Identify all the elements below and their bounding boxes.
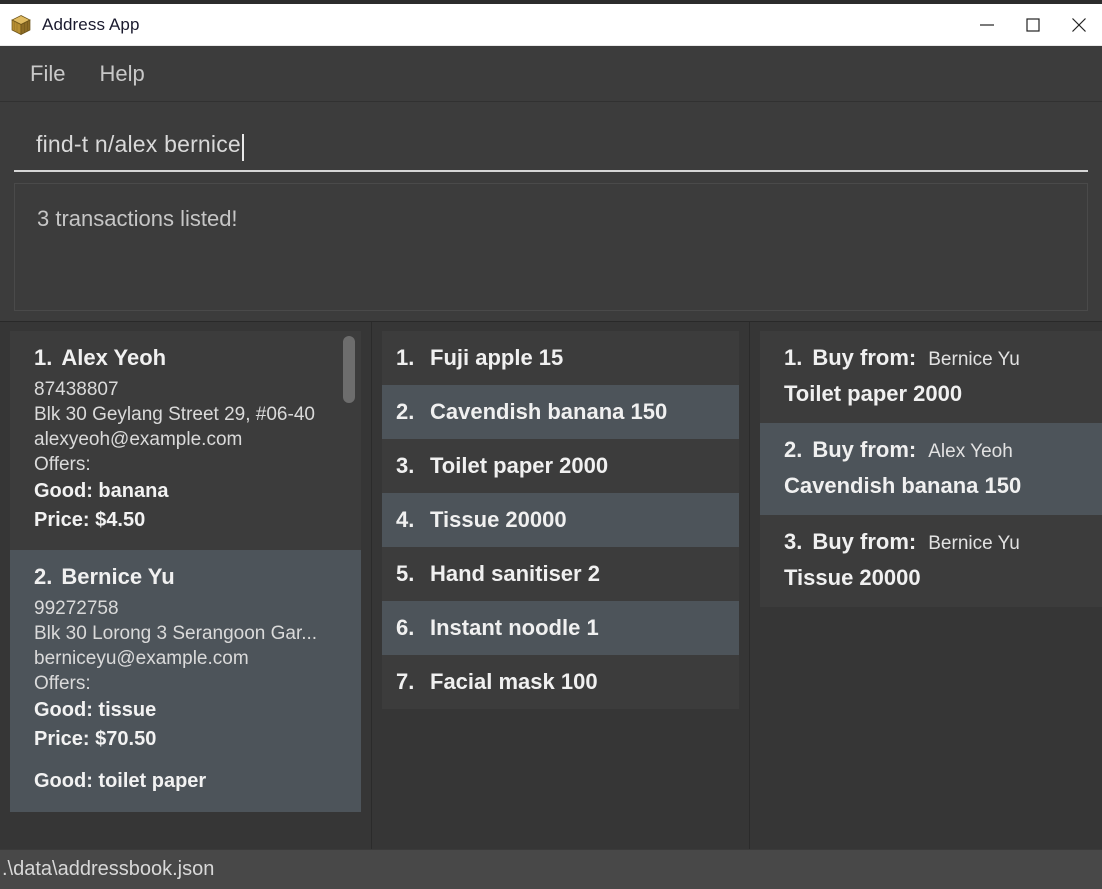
goods-list-item[interactable]: 7. Facial mask 100 <box>382 655 739 709</box>
menu-bar: File Help <box>0 46 1102 102</box>
person-index: 2. <box>34 564 53 590</box>
goods-label: Toilet paper 2000 <box>430 453 609 478</box>
goods-list[interactable]: 1. Fuji apple 15 2. Cavendish banana 150… <box>372 322 749 849</box>
transaction-item[interactable]: 1. Buy from: Bernice Yu Toilet paper 200… <box>760 331 1102 423</box>
person-card[interactable]: 1. Alex Yeoh 87438807 Blk 30 Geylang Stre… <box>10 331 361 551</box>
result-message: 3 transactions listed! <box>37 206 238 231</box>
transaction-good: Tissue 20000 <box>784 565 921 590</box>
goods-index: 4. <box>396 507 415 532</box>
application-window: Address App File Help find-t n/alex bern… <box>0 0 1102 889</box>
goods-label: Hand sanitiser 2 <box>430 561 600 586</box>
result-area: 3 transactions listed! <box>0 174 1102 321</box>
person-offers-label: Offers: <box>34 673 91 695</box>
person-name: Bernice Yu <box>61 564 175 590</box>
scrollbar-thumb[interactable] <box>343 336 355 403</box>
title-bar-left: Address App <box>0 14 964 36</box>
person-offers-label: Offers: <box>34 454 91 476</box>
transaction-item[interactable]: 3. Buy from: Bernice Yu Tissue 20000 <box>760 515 1102 607</box>
person-card-header: 2. Bernice Yu <box>34 564 345 590</box>
title-bar: Address App <box>0 4 1102 46</box>
goods-index: 1. <box>396 345 415 370</box>
person-address: Blk 30 Lorong 3 Serangoon Gar... <box>34 623 318 645</box>
goods-index: 3. <box>396 453 415 478</box>
goods-label: Tissue 20000 <box>430 507 567 532</box>
transaction-buy-from-label: Buy from: <box>812 345 917 370</box>
goods-label: Cavendish banana 150 <box>430 399 668 424</box>
transaction-good: Cavendish banana 150 <box>784 473 1022 498</box>
transaction-header: 3. Buy from: Bernice Yu <box>784 529 1086 555</box>
goods-list-item[interactable]: 3. Toilet paper 2000 <box>382 439 739 493</box>
text-caret <box>241 133 244 161</box>
transaction-header: 1. Buy from: Bernice Yu <box>784 345 1086 371</box>
person-name: Alex Yeoh <box>61 345 167 370</box>
transaction-index: 1. <box>784 345 803 370</box>
main-panels: 1. Alex Yeoh 87438807 Blk 30 Geylang Stre… <box>0 321 1102 849</box>
command-input[interactable]: find-t n/alex bernice <box>14 118 1088 172</box>
window-controls <box>964 4 1102 46</box>
maximize-icon[interactable] <box>1010 4 1056 46</box>
command-area: find-t n/alex bernice <box>0 102 1102 174</box>
person-offer-good: Good: banana <box>34 480 169 503</box>
goods-list-item[interactable]: 2. Cavendish banana 150 <box>382 385 739 439</box>
goods-list-item[interactable]: 4. Tissue 20000 <box>382 493 739 547</box>
command-input-value: find-t n/alex bernice <box>36 130 241 157</box>
transaction-header: 2. Buy from: Alex Yeoh <box>784 437 1086 463</box>
transaction-list-panel: 1. Buy from: Bernice Yu Toilet paper 200… <box>750 322 1102 849</box>
person-list-scrollbar[interactable] <box>343 331 355 839</box>
goods-label: Instant noodle 1 <box>430 615 599 640</box>
person-list[interactable]: 1. Alex Yeoh 87438807 Blk 30 Geylang Stre… <box>0 322 371 849</box>
goods-index: 6. <box>396 615 415 640</box>
status-bar: .\data\addressbook.json <box>0 849 1102 889</box>
transaction-person: Bernice Yu <box>928 533 1020 554</box>
goods-label: Facial mask 100 <box>430 669 598 694</box>
transaction-person: Alex Yeoh <box>928 441 1013 462</box>
menu-item-file[interactable]: File <box>18 57 77 91</box>
goods-label: Fuji apple 15 <box>430 345 564 370</box>
status-bar-file-path: .\data\addressbook.json <box>2 858 215 880</box>
transaction-good: Toilet paper 2000 <box>784 381 963 406</box>
offer-spacer <box>34 753 345 767</box>
box-icon <box>10 14 32 36</box>
goods-list-item[interactable]: 5. Hand sanitiser 2 <box>382 547 739 601</box>
menu-item-help[interactable]: Help <box>87 57 156 91</box>
goods-index: 7. <box>396 669 415 694</box>
person-card[interactable]: 2. Bernice Yu 99272758 Blk 30 Lorong 3 Se… <box>10 550 361 812</box>
person-email: alexyeoh@example.com <box>34 429 243 451</box>
goods-list-item[interactable]: 1. Fuji apple 15 <box>382 331 739 385</box>
person-address: Blk 30 Geylang Street 29, #06-40 <box>34 404 315 426</box>
person-email: berniceyu@example.com <box>34 648 249 670</box>
transaction-item[interactable]: 2. Buy from: Alex Yeoh Cavendish banana … <box>760 423 1102 515</box>
goods-list-item[interactable]: 6. Instant noodle 1 <box>382 601 739 655</box>
person-offer-price: Price: $4.50 <box>34 508 146 531</box>
transaction-index: 3. <box>784 529 803 554</box>
goods-list-panel: 1. Fuji apple 15 2. Cavendish banana 150… <box>372 322 750 849</box>
person-index: 1. <box>34 345 53 370</box>
transaction-index: 2. <box>784 437 803 462</box>
person-phone: 87438807 <box>34 379 119 400</box>
minimize-icon[interactable] <box>964 4 1010 46</box>
close-icon[interactable] <box>1056 4 1102 46</box>
person-list-panel: 1. Alex Yeoh 87438807 Blk 30 Geylang Stre… <box>0 322 372 849</box>
transaction-buy-from-label: Buy from: <box>812 437 917 462</box>
result-display-box: 3 transactions listed! <box>14 183 1088 311</box>
goods-index: 5. <box>396 561 415 586</box>
person-phone: 99272758 <box>34 598 119 620</box>
transaction-list[interactable]: 1. Buy from: Bernice Yu Toilet paper 200… <box>750 322 1102 849</box>
goods-index: 2. <box>396 399 415 424</box>
person-card-header: 1. Alex Yeoh <box>34 345 345 371</box>
person-offer-good: Good: tissue <box>34 699 157 722</box>
person-offer-price: Price: $70.50 <box>34 727 157 750</box>
window-title: Address App <box>42 14 140 34</box>
transaction-buy-from-label: Buy from: <box>812 529 917 554</box>
person-offer-good: Good: toilet paper <box>34 770 207 793</box>
transaction-person: Bernice Yu <box>928 349 1020 370</box>
